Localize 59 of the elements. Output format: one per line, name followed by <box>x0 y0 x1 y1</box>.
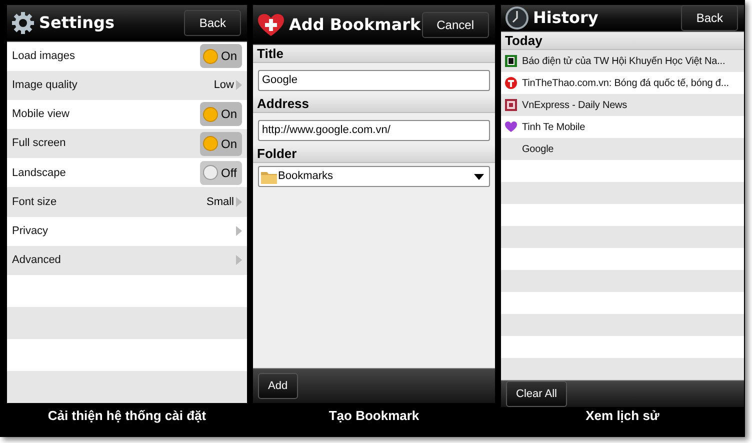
title-field[interactable]: Google <box>258 70 490 90</box>
history-title: Tinh Te Mobile <box>522 120 586 134</box>
screen-title: Settings <box>39 12 115 34</box>
setting-label: Mobile view <box>12 107 70 122</box>
history-title: Google <box>522 142 554 156</box>
heart-plus-icon <box>257 12 285 36</box>
screen-title: Add Bookmark <box>289 14 421 36</box>
settings-row[interactable]: Font size Small <box>7 187 247 217</box>
gear-icon <box>11 10 35 35</box>
setting-label: Advanced <box>12 253 61 268</box>
setting-label: Image quality <box>12 78 78 94</box>
bottom-button[interactable]: Add <box>258 373 298 399</box>
chevron-right-icon <box>236 226 242 236</box>
setting-label: Load images <box>12 48 75 64</box>
settings-row[interactable]: Image quality Low <box>7 70 247 100</box>
section-header: Folder <box>253 145 495 163</box>
setting-label: Full screen <box>12 136 66 152</box>
section-header: Title <box>253 45 495 63</box>
chevron-right-icon <box>236 80 242 90</box>
history-title: Báo điện tử của TW Hội Khuyến Học Việt Na... <box>522 54 726 68</box>
history-item[interactable]: Báo điện tử của TW Hội Khuyến Học Việt Na... <box>501 50 744 72</box>
history-title: VnExpress - Daily News <box>522 98 628 112</box>
settings-row[interactable]: Landscape Off <box>7 158 247 188</box>
settings-row[interactable]: Full screen On <box>7 129 247 158</box>
settings-row[interactable]: Advanced <box>7 246 247 275</box>
section-header: Today <box>501 32 744 50</box>
address-field[interactable]: http://www.google.com.vn/ <box>258 120 490 140</box>
setting-value: Low <box>214 78 234 94</box>
caption: Cải thiện hệ thống cài đặt <box>48 407 206 426</box>
settings-row[interactable]: Load images On <box>7 42 247 71</box>
header-button[interactable]: Cancel <box>422 12 489 38</box>
folder-dropdown[interactable]: Bookmarks <box>258 166 490 187</box>
chevron-right-icon <box>236 197 242 207</box>
heart-icon <box>505 121 517 133</box>
history-item[interactable]: VnExpress - Daily News <box>501 94 744 116</box>
toggle-switch[interactable]: On <box>200 132 242 156</box>
caret-icon <box>474 174 484 180</box>
caption: Tạo Bookmark <box>328 407 420 426</box>
toggle-switch[interactable]: On <box>200 44 242 68</box>
toggle-switch[interactable]: Off <box>200 160 242 185</box>
clock-icon <box>505 6 529 30</box>
bottom-button[interactable]: Clear All <box>506 381 567 407</box>
screen-title: History <box>533 7 598 29</box>
site-icon <box>505 99 517 111</box>
chevron-right-icon <box>236 255 242 266</box>
caption: Xem lịch sử <box>586 407 660 426</box>
section-header: Address <box>253 95 495 113</box>
header-button[interactable]: Back <box>184 10 241 36</box>
history-item[interactable]: Google <box>501 138 744 160</box>
setting-label: Landscape <box>12 166 66 181</box>
history-title: TinTheThao.com.vn: Bóng đá quốc tế, bóng đ... <box>522 76 729 90</box>
site-icon <box>505 77 517 89</box>
header-button[interactable]: Back <box>681 5 738 31</box>
setting-value: Small <box>206 194 234 210</box>
site-icon <box>505 55 517 67</box>
setting-label: Font size <box>12 194 57 210</box>
toggle-switch[interactable]: On <box>200 102 242 126</box>
folder-icon <box>261 170 277 184</box>
setting-label: Privacy <box>12 224 48 239</box>
